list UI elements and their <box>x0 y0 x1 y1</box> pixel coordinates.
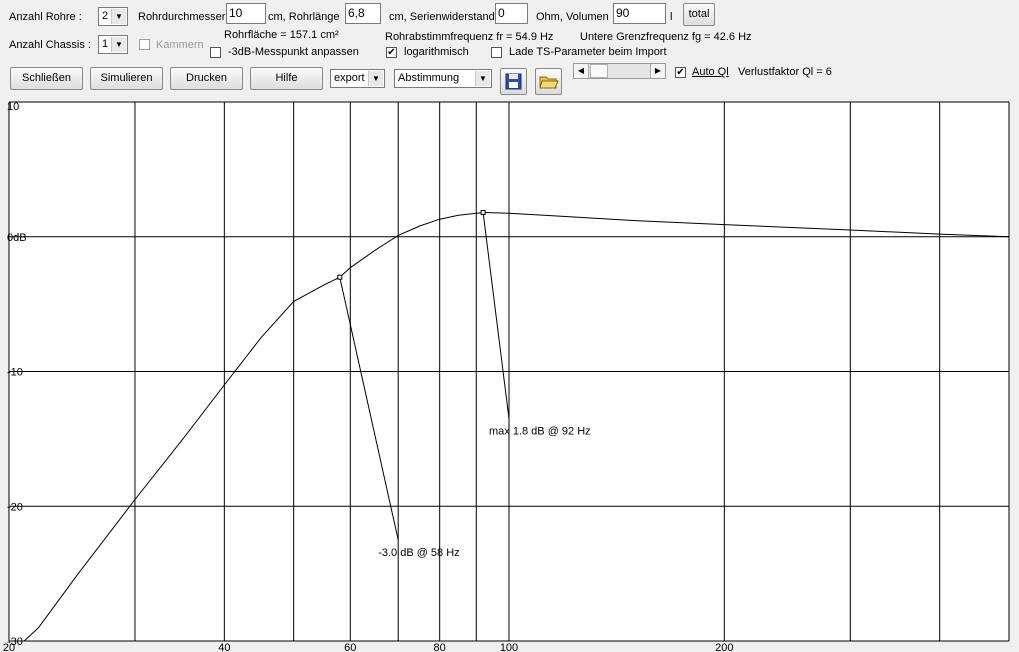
rohrlaenge-input[interactable]: 6,8 <box>345 3 381 24</box>
anzahl-chassis-label: Anzahl Chassis : <box>9 39 91 51</box>
scroll-right-icon[interactable]: ▶ <box>650 64 665 78</box>
rohrdurchmesser-input[interactable]: 10 <box>226 3 266 24</box>
save-button[interactable] <box>500 68 527 95</box>
x-tick-label: 100 <box>500 642 518 652</box>
serienwiderstand-input[interactable]: 0 <box>495 3 528 24</box>
anzahl-rohre-label: Anzahl Rohre : <box>9 11 82 23</box>
annotation-label: max 1.8 dB @ 92 Hz <box>489 426 591 438</box>
schliessen-button[interactable]: Schließen <box>10 67 83 90</box>
anzahl-chassis-value: 1 <box>102 38 109 50</box>
annotation-marker <box>480 209 486 215</box>
chevron-down-icon: ▼ <box>111 37 126 52</box>
scroll-thumb[interactable] <box>590 64 608 78</box>
scroll-left-icon[interactable]: ◀ <box>574 64 589 78</box>
export-value: export <box>334 72 365 84</box>
open-folder-button[interactable] <box>535 68 562 95</box>
grenzfrequenz-text: Untere Grenzfrequenz fg = 42.6 Hz <box>580 31 752 43</box>
annotation-label: -3.0 dB @ 58 Hz <box>378 547 459 559</box>
abstimmung-select[interactable]: Abstimmung ▼ <box>394 69 492 88</box>
total-button[interactable]: total <box>683 3 715 26</box>
chevron-down-icon: ▼ <box>475 71 490 86</box>
auto-ql-checkbox[interactable]: ✔ <box>675 67 686 78</box>
logarithmisch-label: logarithmisch <box>404 46 469 58</box>
y-tick-label: 10 <box>7 101 19 113</box>
serienwiderstand-label: cm, Serienwiderstand <box>389 11 495 23</box>
x-tick-label: 60 <box>344 642 356 652</box>
anzahl-rohre-select[interactable]: 2 ▼ <box>98 7 128 26</box>
logarithmisch-checkbox[interactable]: ✔ <box>386 47 397 58</box>
verlustfaktor-text: Verlustfaktor Ql = 6 <box>738 66 832 78</box>
drucken-button[interactable]: Drucken <box>170 67 243 90</box>
annotation-marker <box>337 274 343 280</box>
y-tick-label: 0dB <box>7 232 27 244</box>
floppy-disk-icon <box>505 73 522 90</box>
hilfe-button[interactable]: Hilfe <box>250 67 323 90</box>
messpunkt-checkbox[interactable] <box>210 47 221 58</box>
kammern-checkbox[interactable] <box>139 39 150 50</box>
rohrflaeche-text: Rohrfläche = 157.1 cm² <box>224 29 339 41</box>
chevron-down-icon: ▼ <box>111 9 126 24</box>
anzahl-rohre-value: 2 <box>102 10 109 22</box>
auto-ql-label: Auto Ql <box>692 66 729 78</box>
lade-ts-label: Lade TS-Parameter beim Import <box>509 46 667 58</box>
anzahl-chassis-select[interactable]: 1 ▼ <box>98 35 128 54</box>
export-select[interactable]: export ▼ <box>330 69 385 88</box>
frequency-response-chart: -3.0 dB @ 58 Hz max 1.8 dB @ 92 Hz 10 0dB -… <box>3 101 1010 652</box>
messpunkt-label: -3dB-Messpunkt anpassen <box>228 46 359 58</box>
volumen-unit: l <box>670 11 673 23</box>
folder-open-icon <box>539 76 559 89</box>
ql-scrollbar[interactable]: ◀ ▶ <box>573 63 666 79</box>
volumen-input[interactable]: 90 <box>613 3 666 24</box>
y-tick-label: -10 <box>7 367 23 379</box>
rohrdurchmesser-label: Rohrdurchmesser <box>138 11 226 23</box>
rohrabstimmfrequenz-text: Rohrabstimmfrequenz fr = 54.9 Hz <box>385 31 554 43</box>
rohrlaenge-label: cm, Rohrlänge <box>268 11 340 23</box>
simulieren-button[interactable]: Simulieren <box>90 67 163 90</box>
x-tick-label: 40 <box>218 642 230 652</box>
kammern-label: Kammern <box>156 39 204 51</box>
x-tick-label: 20 <box>3 642 15 652</box>
chevron-down-icon: ▼ <box>368 71 383 86</box>
volumen-label: Ohm, Volumen <box>536 11 609 23</box>
checkmark-icon: ✔ <box>676 67 685 78</box>
x-tick-label: 200 <box>715 642 733 652</box>
x-tick-label: 80 <box>434 642 446 652</box>
y-tick-label: -20 <box>7 501 23 513</box>
abstimmung-value: Abstimmung <box>398 72 460 84</box>
lade-ts-checkbox[interactable] <box>491 47 502 58</box>
checkmark-icon: ✔ <box>387 47 396 58</box>
